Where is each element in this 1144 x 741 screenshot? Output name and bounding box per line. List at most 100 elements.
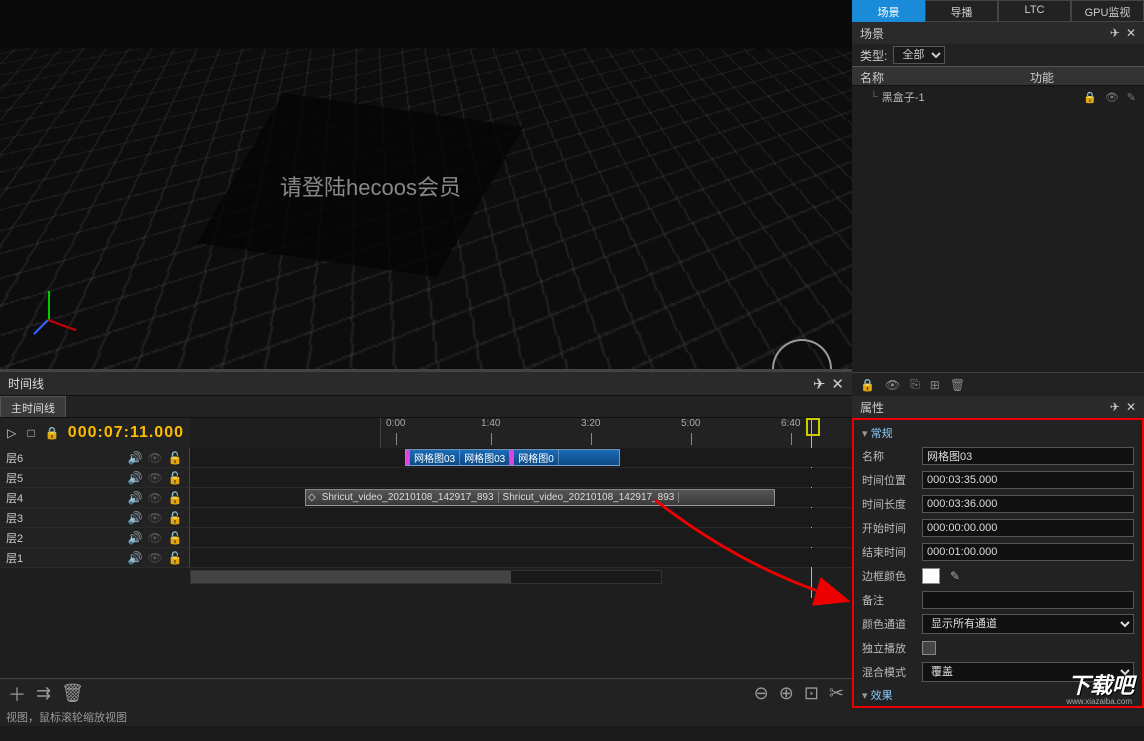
edit-icon[interactable]: ✎ [1127,91,1136,104]
layer-name[interactable]: 层1 [6,550,123,566]
copy-icon[interactable]: ⎘ [910,377,920,392]
send-icon[interactable]: ✈ [1110,400,1120,414]
scene-panel-title: 场景 [860,25,884,42]
clip-blue[interactable]: 网格图03 网格图03 网格图0 [405,449,620,466]
timelen-field[interactable] [922,495,1134,513]
link-button[interactable]: ⇉ [36,683,51,704]
color-swatch[interactable] [922,568,940,584]
indep-checkbox[interactable] [922,641,936,655]
delete-button[interactable]: 🗑 [61,683,84,704]
tick: 1:40 [481,418,500,429]
close-icon[interactable]: ✕ [831,375,844,393]
scene-item-label: 黑盒子-1 [882,89,925,105]
prop-label: 颜色通道 [862,616,916,632]
lock-icon[interactable]: 🔒 [45,426,60,440]
axis-gizmo [30,289,80,339]
track[interactable]: ◇ Shricut_video_20210108_142917_893 Shri… [190,488,852,507]
channel-select[interactable]: 显示所有通道 [922,614,1134,634]
scrollbar-thumb[interactable] [191,571,511,583]
close-icon[interactable]: ✕ [1126,400,1136,414]
scene-list[interactable]: └ 黑盒子-1 🔒 👁 ✎ [852,86,1144,372]
time-ruler[interactable]: 0:00 1:40 3:20 5:00 6:40 8:20 10:00 [380,418,852,448]
layer-name[interactable]: 层6 [6,450,123,466]
send-icon[interactable]: ✈ [813,375,826,393]
audio-icon[interactable]: 🔊 [127,451,143,465]
edit-icon[interactable]: ✎ [946,569,964,583]
track[interactable] [190,528,852,547]
eye-icon[interactable]: 👁 [885,378,900,392]
zoom-in-button[interactable]: ⊕ [779,683,794,704]
lock-icon[interactable]: 🔓 [167,471,183,485]
lock-icon[interactable]: 🔓 [167,451,183,465]
tab-main-timeline[interactable]: 主时间线 [0,396,66,417]
send-icon[interactable]: ✈ [1110,26,1120,40]
timeline-panel: 时间线 ✈ ✕ 主时间线 ▷ □ 🔒 000:07:11.000 0:00 [0,370,852,708]
layer-name[interactable]: 层2 [6,530,123,546]
scene-item[interactable]: └ 黑盒子-1 🔒 👁 ✎ [852,86,1144,108]
stop-button[interactable]: □ [25,424,36,442]
trash-icon[interactable]: 🗑 [950,378,965,392]
track[interactable] [190,468,852,487]
lock-icon[interactable]: 🔒 [1083,91,1097,104]
prop-label: 备注 [862,592,916,608]
fit-button[interactable]: ⊡ [804,683,819,704]
tick: 3:20 [581,418,600,429]
note-field[interactable] [922,591,1134,609]
eye-icon[interactable]: 👁 [147,551,163,565]
horizontal-scrollbar[interactable] [190,570,662,584]
layer-name[interactable]: 层3 [6,510,123,526]
audio-icon[interactable]: 🔊 [127,471,143,485]
clip-segment: 网格图03 [410,450,460,465]
grid-icon[interactable]: ⊞ [930,378,940,392]
start-field[interactable] [922,519,1134,537]
cut-button[interactable]: ✂ [829,683,844,704]
audio-icon[interactable]: 🔊 [127,551,143,565]
eye-icon[interactable]: 👁 [147,511,163,525]
lock-icon[interactable]: 🔒 [860,378,875,392]
prop-label: 名称 [862,448,916,464]
tab-ltc[interactable]: LTC [998,0,1071,22]
track[interactable] [190,548,852,567]
eye-icon[interactable]: 👁 [147,531,163,545]
tab-director[interactable]: 导播 [925,0,998,22]
lock-icon[interactable]: 🔓 [167,531,183,545]
type-label: 类型: [860,47,887,64]
prop-label: 边框颜色 [862,568,916,584]
eye-icon[interactable]: 👁 [147,451,163,465]
clip-gray[interactable]: ◇ Shricut_video_20210108_142917_893 Shri… [305,489,775,506]
timecode-display[interactable]: 000:07:11.000 [68,424,184,442]
eye-icon[interactable]: 👁 [147,491,163,505]
end-field[interactable] [922,543,1134,561]
timepos-field[interactable] [922,471,1134,489]
track[interactable]: 网格图03 网格图03 网格图0 [190,448,852,467]
prop-label: 混合模式 [862,664,916,680]
viewport-3d[interactable]: 请登陆hecoos会员 [0,0,852,370]
add-button[interactable]: ＋ [8,681,26,707]
tab-scene[interactable]: 场景 [852,0,925,22]
layer-name[interactable]: 层5 [6,470,123,486]
type-select[interactable]: 全部 [893,46,945,64]
lock-icon[interactable]: 🔓 [167,491,183,505]
lock-icon[interactable]: 🔓 [167,551,183,565]
tree-branch-icon: └ [870,91,878,103]
tick: 6:40 [781,418,800,429]
watermark-logo: 下载吧 [1068,668,1134,700]
close-icon[interactable]: ✕ [1126,26,1136,40]
zoom-out-button[interactable]: ⊖ [754,683,769,704]
prop-label: 时间位置 [862,472,916,488]
tab-gpu[interactable]: GPU监视 [1071,0,1144,22]
layer-name[interactable]: 层4 [6,490,123,506]
eye-icon[interactable]: 👁 [147,471,163,485]
name-field[interactable] [922,447,1134,465]
audio-icon[interactable]: 🔊 [127,491,143,505]
audio-icon[interactable]: 🔊 [127,531,143,545]
eye-icon[interactable]: 👁 [1105,91,1119,104]
prop-label: 时间长度 [862,496,916,512]
play-button[interactable]: ▷ [6,424,17,442]
audio-icon[interactable]: 🔊 [127,511,143,525]
track[interactable] [190,508,852,527]
layers-area: 层6 🔊 👁 🔓 网格图03 网格图03 网格图0 层5 🔊 👁 🔓 [0,448,852,568]
col-func: 功能 [1022,67,1144,85]
section-general[interactable]: 常规 [854,422,1142,444]
lock-icon[interactable]: 🔓 [167,511,183,525]
